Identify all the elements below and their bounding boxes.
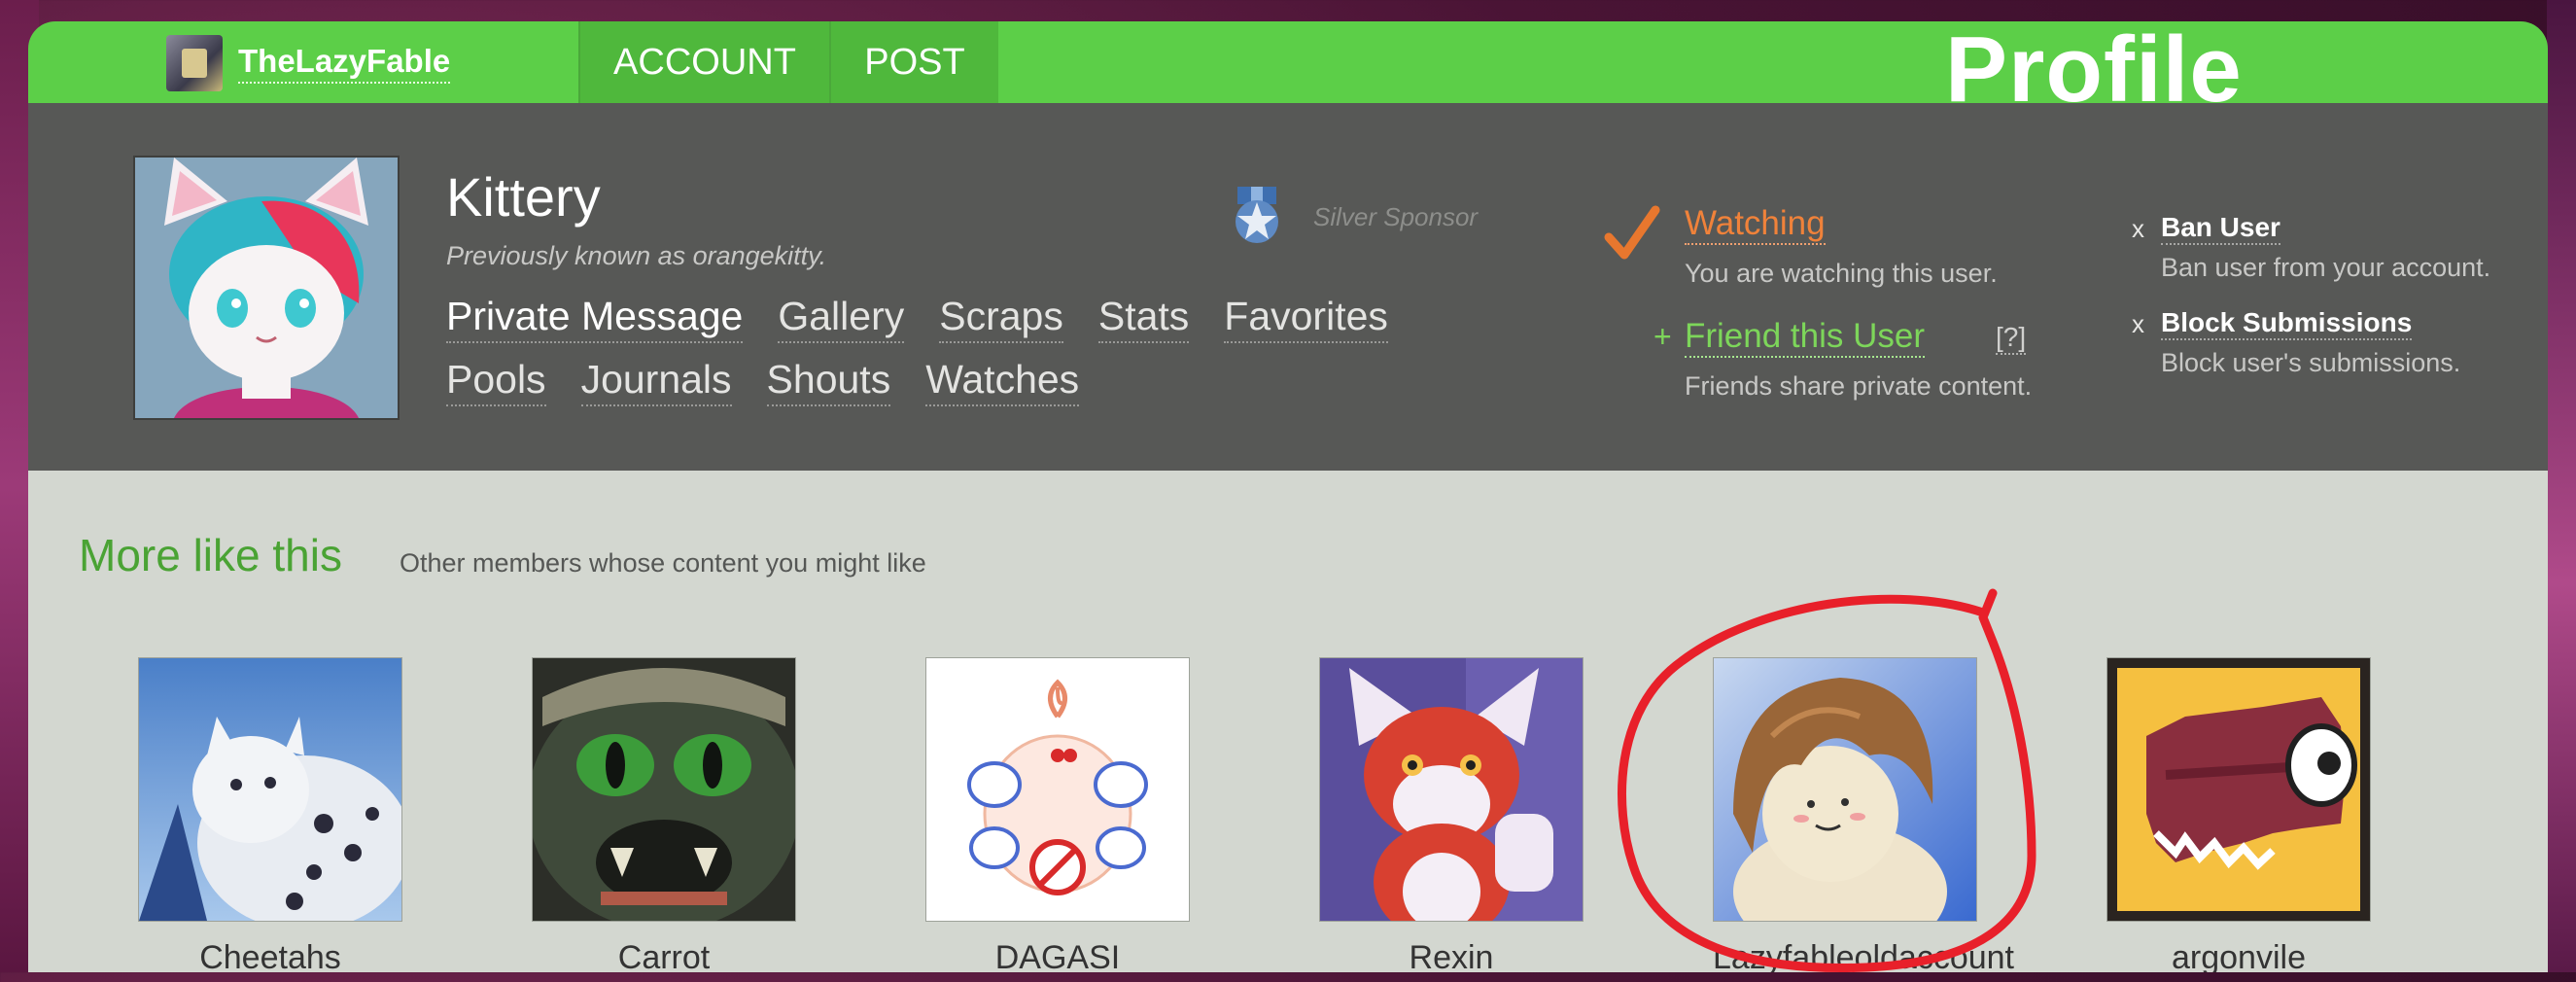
scraps-link[interactable]: Scraps — [939, 294, 1063, 344]
member-avatar-art — [926, 658, 1189, 921]
more-like-this-section: More like this Other members whose conte… — [28, 471, 2548, 972]
ban-user-description: Ban user from your account. — [2161, 253, 2491, 282]
member-name[interactable]: Carrot — [532, 939, 796, 972]
member-tile[interactable]: Cheetahs — [138, 657, 402, 972]
friend-help-link[interactable]: [?] — [1996, 322, 2027, 355]
gallery-link[interactable]: Gallery — [778, 294, 905, 344]
private-message-link[interactable]: Private Message — [446, 294, 744, 344]
member-avatar-art — [2107, 658, 2370, 921]
ribbon-star-icon — [1236, 187, 1278, 243]
account-menu-button[interactable]: ACCOUNT — [580, 21, 829, 103]
member-avatar[interactable] — [532, 657, 796, 922]
current-user-link[interactable]: TheLazyFable — [166, 35, 451, 91]
profile-links-row: Pools Journals Shouts Watches — [446, 357, 1477, 407]
x-icon: x — [2132, 214, 2144, 243]
member-avatar[interactable] — [2106, 657, 2371, 922]
pools-link[interactable]: Pools — [446, 357, 546, 407]
profile-avatar — [133, 156, 400, 420]
current-username[interactable]: TheLazyFable — [238, 43, 451, 84]
profile-display-name: Kittery — [446, 166, 601, 228]
post-menu-button[interactable]: POST — [831, 21, 998, 103]
member-avatar-art — [139, 658, 401, 921]
member-avatar[interactable] — [1713, 657, 1977, 922]
x-icon: x — [2132, 309, 2144, 338]
profile-avatar-art — [135, 158, 398, 418]
member-avatar-art — [533, 658, 795, 921]
section-subheading: Other members whose content you might li… — [400, 548, 926, 578]
previous-name-note: Previously known as orangekitty. — [446, 241, 827, 270]
checkmark-icon — [1604, 205, 1660, 260]
member-tile[interactable]: argonvile — [2106, 657, 2371, 972]
plus-icon: + — [1654, 319, 1672, 354]
watching-toggle[interactable]: Watching — [1685, 204, 1826, 246]
watches-link[interactable]: Watches — [925, 357, 1080, 407]
journals-link[interactable]: Journals — [580, 357, 732, 407]
shouts-link[interactable]: Shouts — [766, 357, 891, 407]
friend-user-link[interactable]: Friend this User — [1685, 317, 1926, 359]
favorites-link[interactable]: Favorites — [1224, 294, 1388, 344]
member-name[interactable]: Lazyfableoldaccount — [1713, 939, 2014, 972]
member-name[interactable]: Rexin — [1319, 939, 1584, 972]
member-avatar[interactable] — [1319, 657, 1584, 922]
block-submissions-description: Block user's submissions. — [2161, 348, 2461, 377]
profile-header: Kittery Previously known as orangekitty.… — [28, 103, 2548, 471]
stats-link[interactable]: Stats — [1097, 294, 1190, 344]
block-submissions-link[interactable]: Block Submissions — [2161, 307, 2413, 341]
top-navigation-bar: TheLazyFable ACCOUNT POST Profile — [28, 21, 2548, 117]
member-tile[interactable]: DAGASI — [925, 657, 1190, 972]
member-avatar-art — [1714, 658, 1976, 921]
sponsor-label: Silver Sponsor — [1313, 201, 1479, 231]
member-tile[interactable]: Rexin — [1319, 657, 1584, 972]
member-avatar-art — [1320, 658, 1583, 921]
member-name[interactable]: argonvile — [2106, 939, 2371, 972]
watching-description: You are watching this user. — [1685, 259, 1998, 288]
member-tile[interactable]: Lazyfableoldaccount — [1713, 657, 2014, 972]
profile-links: Private Message Gallery Scraps Stats Fav… — [446, 294, 1477, 420]
section-heading: More like this — [79, 530, 342, 580]
member-name[interactable]: DAGASI — [925, 939, 1190, 972]
ban-user-link[interactable]: Ban User — [2161, 212, 2280, 246]
user-avatar — [166, 35, 223, 91]
member-name[interactable]: Cheetahs — [138, 939, 402, 972]
profile-page: TheLazyFable ACCOUNT POST Profile Kitter… — [28, 21, 2548, 972]
page-background-right — [2547, 0, 2576, 972]
member-avatar[interactable] — [925, 657, 1190, 922]
member-tile[interactable]: Carrot — [532, 657, 796, 972]
sponsor-badge: Silver Sponsor — [1232, 187, 1478, 247]
friend-description: Friends share private content. — [1685, 371, 2033, 401]
member-avatar[interactable] — [138, 657, 402, 922]
profile-links-row: Private Message Gallery Scraps Stats Fav… — [446, 294, 1477, 344]
